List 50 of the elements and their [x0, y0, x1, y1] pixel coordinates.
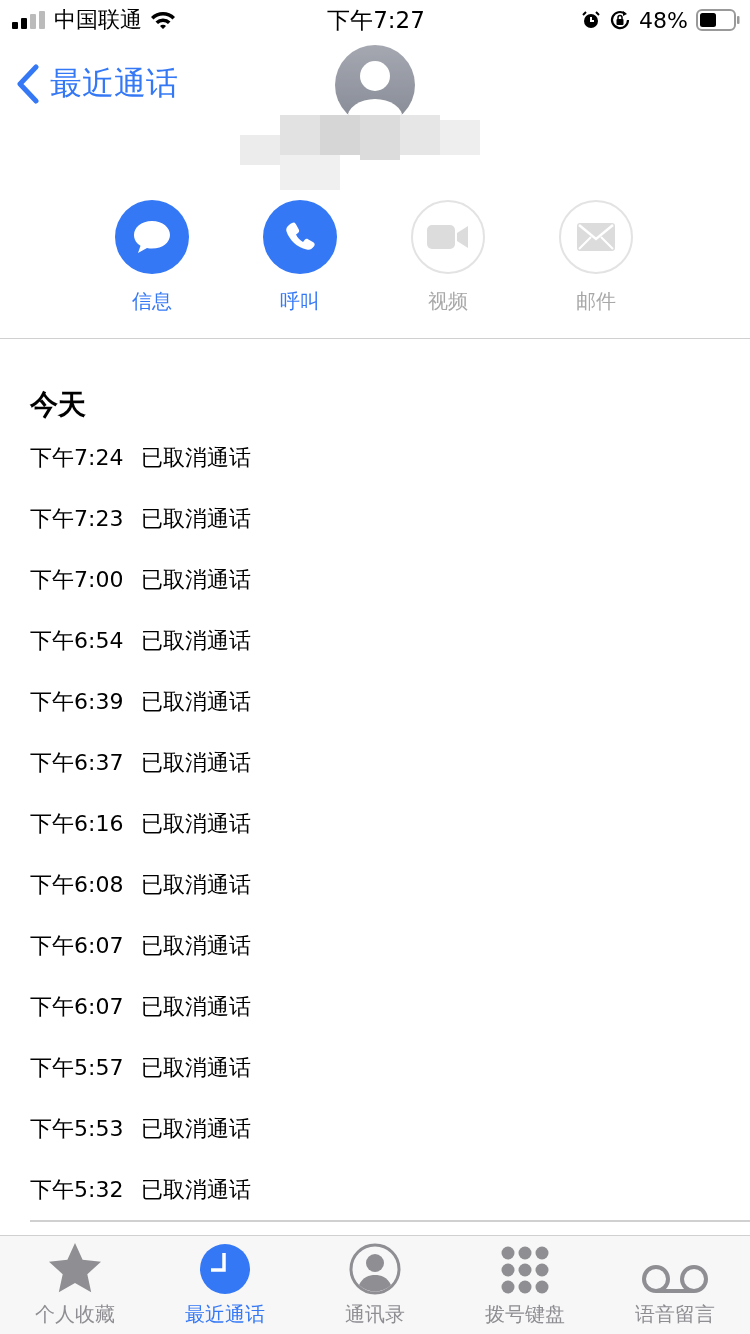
call-time: 下午6:54	[30, 626, 124, 655]
call-time: 下午7:00	[30, 565, 124, 594]
call-status: 已取消通话	[141, 931, 252, 960]
call-status: 已取消通话	[141, 1114, 252, 1143]
person-circle-icon	[349, 1243, 401, 1295]
clock-icon	[199, 1243, 251, 1295]
call-status: 已取消通话	[141, 565, 252, 594]
star-icon	[47, 1241, 103, 1295]
voicemail-tab[interactable]: 语音留言	[600, 1236, 750, 1334]
chevron-left-icon	[16, 64, 40, 104]
envelope-icon	[577, 223, 615, 251]
carrier-name: 中国联通	[54, 6, 142, 34]
call-time: 下午7:24	[30, 443, 124, 472]
battery-icon	[696, 9, 740, 31]
favorites-tab[interactable]: 个人收藏	[0, 1236, 150, 1334]
video-camera-icon	[427, 224, 469, 250]
call-time: 下午5:53	[30, 1114, 124, 1143]
call-time: 下午5:32	[30, 1175, 124, 1204]
call-status: 已取消通话	[141, 992, 252, 1021]
recents-tab[interactable]: 最近通话	[150, 1236, 300, 1334]
rotation-lock-icon	[609, 9, 632, 31]
signal-icon	[12, 11, 46, 29]
call-time: 下午6:37	[30, 748, 124, 777]
call-status: 已取消通话	[141, 504, 252, 533]
speech-bubble-icon	[132, 219, 172, 255]
section-heading: 今天	[30, 387, 87, 423]
alarm-icon	[581, 10, 602, 30]
call-status: 已取消通话	[141, 443, 252, 472]
call-status: 已取消通话	[141, 748, 252, 777]
battery-percent: 48%	[639, 7, 688, 33]
call-time: 下午6:07	[30, 931, 124, 960]
call-time: 下午6:16	[30, 809, 124, 838]
call-status: 已取消通话	[141, 1175, 252, 1204]
keypad-icon	[500, 1245, 550, 1295]
call-status: 已取消通话	[141, 687, 252, 716]
call-status: 已取消通话	[141, 870, 252, 899]
keypad-tab[interactable]: 拨号键盘	[450, 1236, 600, 1334]
call-time: 下午6:07	[30, 992, 124, 1021]
contacts-tab[interactable]: 通讯录	[300, 1236, 450, 1334]
voicemail-icon	[640, 1265, 710, 1295]
call-time: 下午6:39	[30, 687, 124, 716]
clock-time: 下午7:27	[327, 5, 425, 35]
call-time: 下午6:08	[30, 870, 124, 899]
back-button[interactable]: 最近通话	[16, 62, 178, 106]
call-time: 下午7:23	[30, 504, 124, 533]
call-time: 下午5:57	[30, 1053, 124, 1082]
call-status: 已取消通话	[141, 626, 252, 655]
wifi-icon	[150, 10, 176, 30]
call-status: 已取消通话	[141, 1053, 252, 1082]
call-status: 已取消通话	[141, 809, 252, 838]
